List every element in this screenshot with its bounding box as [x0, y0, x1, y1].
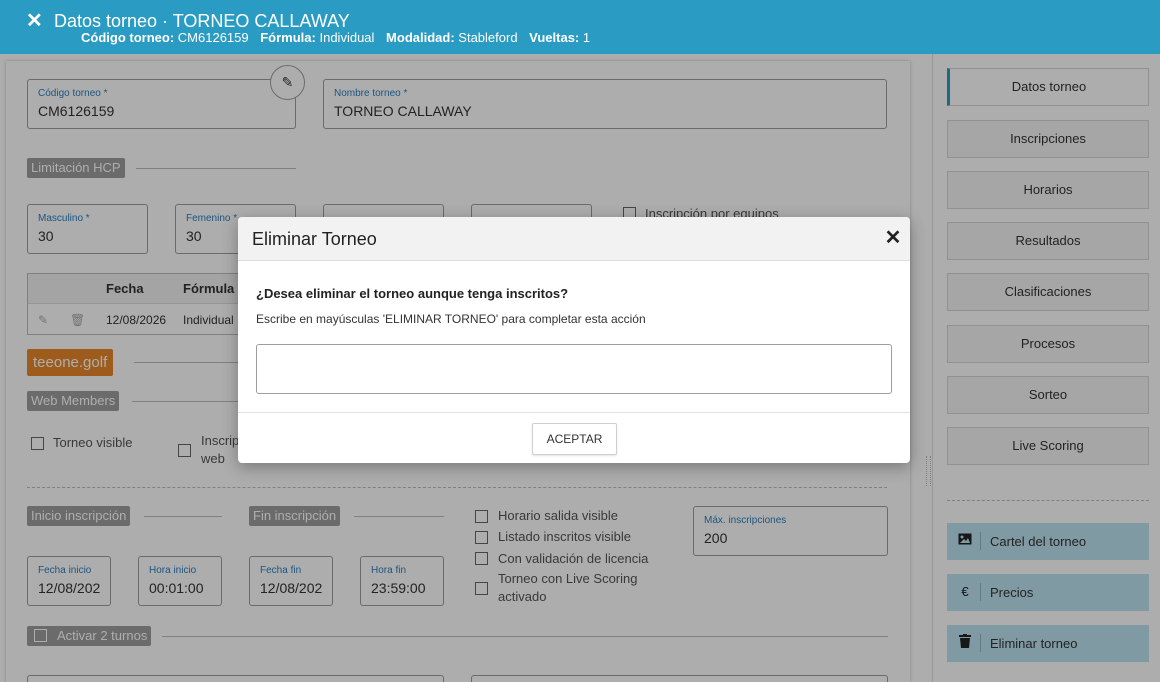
dialog-header: Eliminar Torneo ✕ [238, 217, 910, 261]
modalidad-label: Modalidad: [386, 30, 455, 45]
aceptar-button[interactable]: ACEPTAR [532, 423, 617, 455]
codigo-label: Código torneo: [81, 30, 175, 45]
confirm-text-input[interactable] [256, 344, 892, 394]
vueltas-value: 1 [582, 30, 591, 45]
formula-label: Fórmula: [260, 30, 316, 45]
codigo-value: CM6126159 [177, 30, 249, 45]
dialog-footer: ACEPTAR [238, 412, 910, 463]
close-icon[interactable]: ✕ [26, 11, 43, 31]
dialog-title: Eliminar Torneo [252, 229, 377, 249]
dialog-question: ¿Desea eliminar el torneo aunque tenga i… [256, 286, 569, 301]
formula-value: Individual [319, 30, 375, 45]
close-icon[interactable]: ✕ [884, 227, 902, 249]
dialog-hint: Escribe en mayúsculas 'ELIMINAR TORNEO' … [256, 312, 646, 326]
page-title: Datos torneo · TORNEO CALLAWAY [54, 11, 350, 31]
vueltas-label: Vueltas: [529, 30, 580, 45]
top-header: ✕ Datos torneo · TORNEO CALLAWAY Código … [0, 0, 1160, 54]
eliminar-torneo-dialog: Eliminar Torneo ✕ ¿Desea eliminar el tor… [238, 217, 910, 463]
modalidad-value: Stableford [458, 30, 518, 45]
tournament-meta: Código torneo: CM6126159 Fórmula: Indivi… [81, 30, 598, 46]
